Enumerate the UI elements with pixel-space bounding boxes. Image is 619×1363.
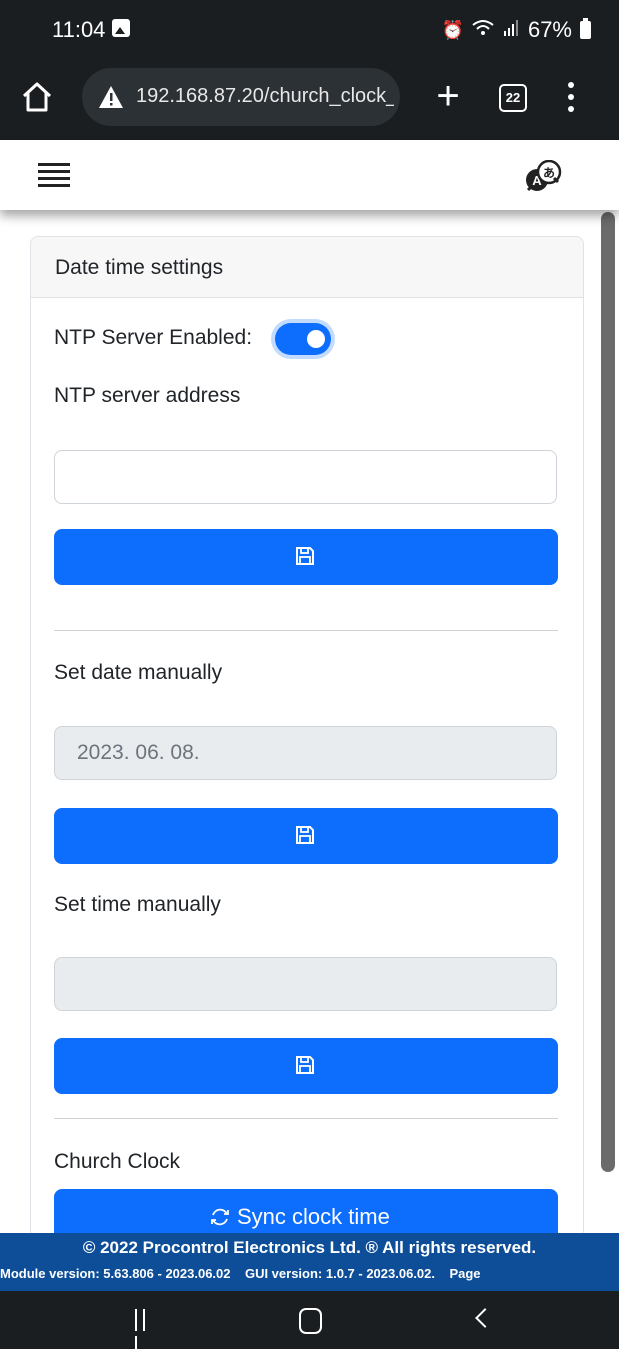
signal-icon [502, 17, 520, 43]
time-input[interactable] [54, 957, 557, 1011]
svg-text:あ: あ [543, 166, 555, 180]
status-time: 11:04 [52, 17, 106, 42]
system-nav-bar [0, 1291, 619, 1358]
version-info: Module version: 5.63.806 - 2023.06.02 GU… [0, 1266, 481, 1281]
save-icon [296, 547, 314, 565]
back-icon[interactable] [475, 1308, 495, 1328]
alarm-icon: ⏰ [441, 19, 464, 41]
url-text[interactable]: 192.168.87.20/church_clock_ [136, 85, 394, 108]
ntp-address-label: NTP server address [54, 384, 241, 407]
hamburger-icon[interactable] [38, 163, 70, 187]
wifi-icon [472, 17, 494, 43]
card-header: Date time settings [31, 237, 583, 298]
divider [54, 630, 558, 631]
image-icon [112, 19, 130, 37]
warning-icon[interactable] [98, 85, 124, 109]
scrollbar[interactable] [601, 212, 615, 1172]
more-icon[interactable] [566, 82, 576, 118]
tab-count: 22 [505, 90, 521, 105]
footer: © 2022 Procontrol Electronics Ltd. ® All… [0, 1233, 619, 1291]
save-date-button[interactable] [54, 808, 558, 864]
save-ntp-button[interactable] [54, 529, 558, 585]
tabs-icon[interactable]: 22 [499, 84, 527, 112]
battery-percent: 67% [527, 17, 572, 42]
home-nav-icon[interactable] [299, 1308, 322, 1334]
ntp-address-input[interactable] [54, 450, 557, 504]
date-input[interactable] [54, 726, 557, 780]
app-navbar: A あ [0, 140, 619, 210]
plus-icon[interactable]: + [430, 76, 466, 116]
sync-button-label: Sync clock time [237, 1204, 390, 1229]
set-time-label: Set time manually [54, 893, 221, 916]
url-bar[interactable]: 192.168.87.20/church_clock_ [82, 68, 400, 126]
card-title: Date time settings [55, 256, 224, 279]
save-icon [296, 1056, 314, 1074]
church-clock-label: Church Clock [54, 1150, 181, 1173]
ntp-enabled-toggle[interactable] [275, 323, 331, 355]
divider [54, 1118, 558, 1119]
ntp-enabled-label: NTP Server Enabled: [54, 326, 253, 349]
status-bar: 11:04 ⏰ 67% [0, 0, 619, 58]
browser-toolbar: 192.168.87.20/church_clock_ + 22 [0, 58, 619, 140]
set-date-label: Set date manually [54, 661, 223, 684]
recents-icon[interactable] [135, 1309, 157, 1358]
sync-icon [211, 1208, 229, 1226]
home-icon[interactable] [20, 80, 54, 114]
save-icon [296, 826, 314, 844]
language-icon[interactable]: A あ [524, 159, 562, 194]
status-icons: ⏰ 67% [442, 17, 591, 43]
copyright-text: © 2022 Procontrol Electronics Ltd. ® All… [82, 1238, 537, 1257]
battery-icon [580, 18, 591, 39]
save-time-button[interactable] [54, 1038, 558, 1094]
